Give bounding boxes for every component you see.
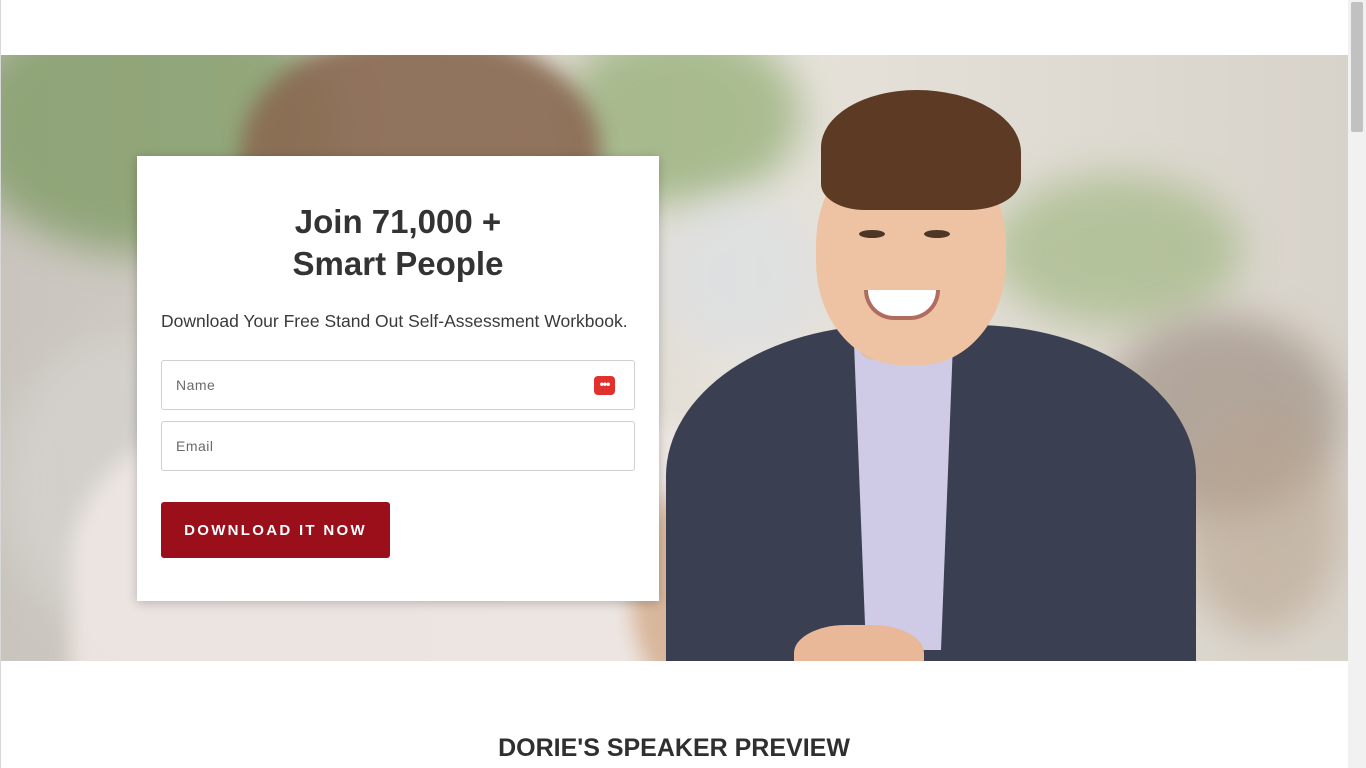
name-field: ••• <box>161 360 635 410</box>
name-input[interactable] <box>162 361 634 409</box>
download-button[interactable]: DOWNLOAD IT NOW <box>161 502 390 558</box>
email-field <box>161 421 635 471</box>
hero-photo-smiling-person <box>666 85 1206 661</box>
page-scrollbar[interactable] <box>1348 0 1366 768</box>
person-eye <box>924 230 950 238</box>
person-eye <box>859 230 885 238</box>
signup-title: Join 71,000 + Smart People <box>137 201 659 285</box>
person-hair <box>821 90 1021 210</box>
scrollbar-thumb[interactable] <box>1351 2 1363 132</box>
email-input[interactable] <box>162 422 634 470</box>
password-manager-icon[interactable]: ••• <box>594 376 615 395</box>
speaker-preview-heading: DORIE'S SPEAKER PREVIEW <box>498 734 850 762</box>
signup-title-line1: Join 71,000 + <box>294 203 502 240</box>
signup-card: Join 71,000 + Smart People Download Your… <box>137 156 659 601</box>
signup-title-line2: Smart People <box>292 245 504 282</box>
person-hands <box>794 625 924 661</box>
signup-subtitle: Download Your Free Stand Out Self-Assess… <box>161 311 628 331</box>
